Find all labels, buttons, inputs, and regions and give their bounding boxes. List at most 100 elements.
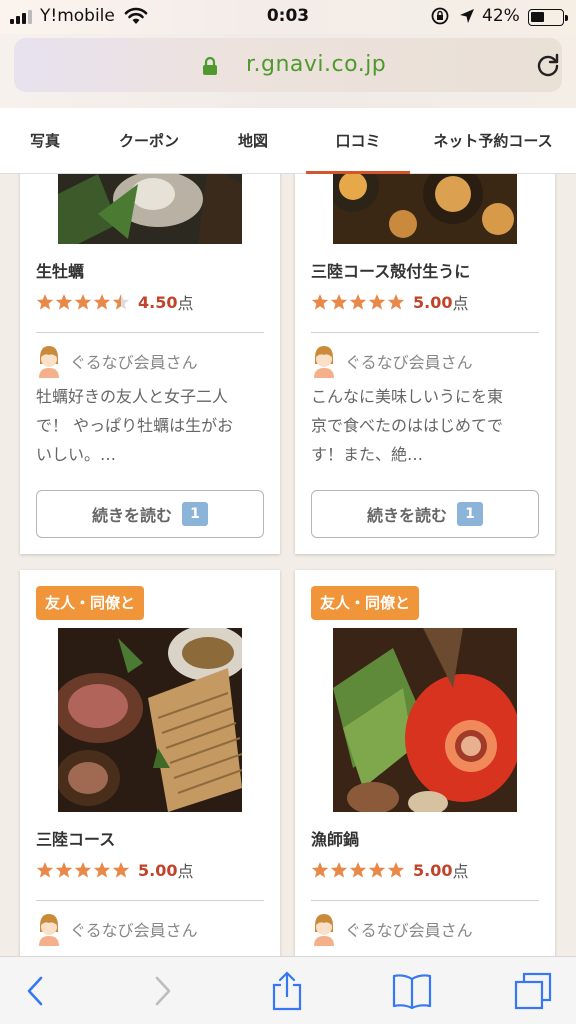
tab-coupons[interactable]: クーポン (108, 108, 190, 174)
avatar-icon (39, 346, 59, 378)
star-icon (387, 294, 405, 310)
star-icon (368, 294, 386, 310)
forward-button[interactable] (138, 957, 188, 1024)
star-icon (330, 294, 348, 310)
star-icon (387, 862, 405, 878)
rating-unit: 点 (177, 862, 194, 881)
reviewer-name: ぐるなび会員さん (70, 921, 198, 940)
star-icon (311, 862, 329, 878)
review-excerpt: 牡蠣好きの友人と女子二人 で！ やっぱり牡蠣は生がお いしい。… (36, 387, 234, 464)
star-icon (93, 294, 111, 310)
bookmarks-button[interactable] (384, 957, 440, 1024)
dish-name[interactable]: 漁師鍋 (311, 826, 359, 850)
read-more-button[interactable]: 続きを読む 1 (311, 490, 539, 538)
star-icon (349, 294, 367, 310)
star-rating (36, 861, 130, 879)
photo-count-badge: 1 (457, 502, 483, 526)
star-icon (368, 862, 386, 878)
star-rating (311, 293, 405, 311)
divider (311, 900, 539, 901)
dish-photo[interactable] (58, 174, 242, 244)
dish-photo[interactable] (333, 174, 517, 244)
tab-bar: 写真 クーポン 地図 口コミ ネット予約コース (0, 108, 576, 174)
status-bar: Y!mobile 0:03 42% (0, 0, 576, 34)
review-card[interactable]: 友人・同僚と 漁師鍋 5.00 点 ぐるなび会員さん (295, 570, 555, 956)
review-excerpt: こんなに美味しいうにを東 京で食べたのははじめてで す！また、絶… (311, 387, 504, 464)
review-card[interactable]: 生牡蠣 4.50 点 ぐるなび会員さん 牡蠣好きの友人と女子二人 で！ やっぱり… (20, 174, 280, 554)
star-icon (330, 862, 348, 878)
tab-photos[interactable]: 写真 (24, 108, 66, 174)
rotation-lock-icon (431, 7, 449, 25)
star-rating (311, 861, 405, 879)
forward-icon (155, 976, 171, 1006)
rating-unit: 点 (452, 862, 469, 881)
tab-online-reservation-courses[interactable]: ネット予約コース (420, 108, 566, 174)
bookmarks-icon (392, 974, 432, 1009)
star-icon (74, 294, 92, 310)
back-button[interactable] (10, 957, 60, 1024)
star-icon (74, 862, 92, 878)
rating: 5.00 点 (311, 290, 469, 314)
reviewer: ぐるなび会員さん (36, 912, 198, 946)
read-more-label: 続きを読む (91, 506, 172, 525)
star-icon (112, 294, 130, 310)
reviewer: ぐるなび会員さん (311, 344, 473, 378)
tab-map[interactable]: 地図 (230, 108, 276, 174)
reviewer: ぐるなび会員さん (36, 344, 198, 378)
battery-icon (528, 9, 568, 26)
star-icon (112, 862, 130, 878)
back-icon (27, 976, 43, 1006)
star-icon (311, 294, 329, 310)
dish-photo[interactable] (58, 628, 242, 812)
dish-name[interactable]: 生牡蠣 (36, 258, 84, 282)
url-text[interactable]: r.gnavi.co.jp (246, 52, 386, 77)
rating-score: 5.00 (138, 860, 178, 880)
lock-icon (203, 56, 217, 75)
rating-unit: 点 (177, 294, 194, 313)
review-card[interactable]: 友人・同僚と 三陸コース 5.00 点 ぐるなび会員さん (20, 570, 280, 956)
divider (36, 332, 264, 333)
dish-name[interactable]: 三陸コース (36, 826, 115, 850)
avatar-icon (314, 914, 334, 946)
rating-unit: 点 (452, 294, 469, 313)
battery-percent: 42% (482, 6, 520, 26)
reviewer-name: ぐるなび会員さん (70, 353, 198, 372)
photo-count-badge: 1 (182, 502, 208, 526)
dish-name[interactable]: 三陸コース殻付生うに (311, 258, 470, 282)
rating-score: 5.00 (413, 860, 453, 880)
review-card[interactable]: 三陸コース殻付生うに 5.00 点 ぐるなび会員さん こんなに美味しいうにを東 … (295, 174, 555, 554)
browser-toolbar (0, 956, 576, 1024)
tabs-icon (514, 972, 552, 1010)
tabs-button[interactable] (508, 957, 558, 1024)
avatar-icon (39, 914, 59, 946)
share-icon (272, 971, 302, 1011)
review-list: 生牡蠣 4.50 点 ぐるなび会員さん 牡蠣好きの友人と女子二人 で！ やっぱり… (0, 174, 576, 956)
tab-reviews[interactable]: 口コミ (306, 108, 410, 174)
address-bar[interactable]: r.gnavi.co.jp (14, 38, 562, 92)
read-more-label: 続きを読む (366, 506, 447, 525)
dish-photo[interactable] (333, 628, 517, 812)
rating-score: 5.00 (413, 292, 453, 312)
star-icon (349, 862, 367, 878)
rating: 5.00 点 (36, 858, 194, 882)
browser-address-area: r.gnavi.co.jp (0, 34, 576, 108)
star-icon (36, 294, 54, 310)
star-icon (55, 862, 73, 878)
star-rating (36, 293, 130, 311)
reviewer: ぐるなび会員さん (311, 912, 473, 946)
star-icon (93, 862, 111, 878)
location-icon (460, 9, 474, 23)
occasion-tag: 友人・同僚と (36, 586, 145, 620)
divider (311, 332, 539, 333)
star-icon (55, 294, 73, 310)
read-more-button[interactable]: 続きを読む 1 (36, 490, 264, 538)
divider (36, 900, 264, 901)
rating: 4.50 点 (36, 290, 194, 314)
avatar-icon (314, 346, 334, 378)
rating: 5.00 点 (311, 858, 469, 882)
share-button[interactable] (262, 957, 312, 1024)
star-icon (36, 862, 54, 878)
reload-icon[interactable] (534, 51, 562, 79)
reviewer-name: ぐるなび会員さん (345, 921, 473, 940)
rating-score: 4.50 (138, 292, 178, 312)
